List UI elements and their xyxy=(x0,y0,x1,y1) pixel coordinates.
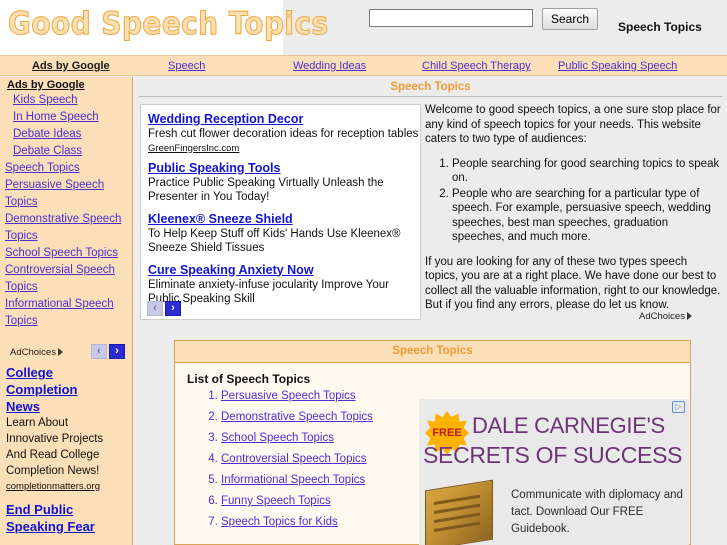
sidebar-promo-body-3: And Read College xyxy=(6,449,100,461)
sidebar-promo-url[interactable]: completionmatters.org xyxy=(6,479,132,494)
ad-title-cure-speaking-anxiety-now[interactable]: Cure Speaking Anxiety Now xyxy=(148,263,420,277)
topic-link-informational[interactable]: Informational Speech Topics xyxy=(221,474,365,486)
sidebar-item-persuasive-speech-topics[interactable]: Topics xyxy=(5,194,132,211)
sidebar-item-debate-ideas[interactable]: Debate Ideas xyxy=(13,126,132,143)
sidebar-item-controversial-speech-topics[interactable]: Topics xyxy=(5,279,132,296)
welcome-text: Welcome to good speech topics, a one sur… xyxy=(425,103,722,323)
main-section-title: Speech Topics xyxy=(390,81,471,93)
topic-link-school[interactable]: School Speech Topics xyxy=(221,432,334,444)
sidebar-prev-arrow-icon[interactable]: ‹ xyxy=(91,344,107,359)
sidebar-item-informational-speech-topics[interactable]: Topics xyxy=(5,313,132,330)
sidebar-ads-header: Ads by Google xyxy=(7,79,85,91)
welcome-intro: Welcome to good speech topics, a one sur… xyxy=(425,104,721,145)
sidebar-item-demonstrative-speech[interactable]: Demonstrative Speech xyxy=(5,211,132,228)
adchoices-info-icon[interactable]: ▷ xyxy=(672,401,685,413)
logo-container: Good Speech Topics xyxy=(0,0,329,55)
topic-link-controversial[interactable]: Controversial Speech Topics xyxy=(221,453,367,465)
banner-headline-line1: DALE CARNEGIE'S xyxy=(472,413,665,438)
ad-prev-arrow-icon[interactable]: ‹ xyxy=(147,301,163,316)
ad-desc-wedding-reception-decor: Fresh cut flower decoration ideas for re… xyxy=(148,128,419,140)
page-root: Good Speech Topics Search Speech Topics … xyxy=(0,0,727,545)
topic-link-demonstrative[interactable]: Demonstrative Speech Topics xyxy=(221,411,373,423)
ad-title-kleenex-sneeze-shield[interactable]: Kleenex® Sneeze Shield xyxy=(148,212,420,226)
main-adchoices-label[interactable]: AdChoices xyxy=(639,310,692,325)
sidebar-item-school-speech-topics[interactable]: School Speech Topics xyxy=(5,245,132,262)
ad-next-arrow-icon[interactable]: › xyxy=(165,301,181,316)
ads-by-google-label: Ads by Google xyxy=(32,60,110,72)
search-container xyxy=(369,9,533,27)
text-ad-block: Wedding Reception Decor Fresh cut flower… xyxy=(140,104,421,320)
left-sidebar: Ads by Google Kids Speech In Home Speech… xyxy=(0,77,133,545)
topic-link-persuasive[interactable]: Persuasive Speech Topics xyxy=(221,390,356,402)
ad-desc-kleenex-sneeze-shield: To Help Keep Stuff off Kids' Hands Use K… xyxy=(148,227,401,255)
sidebar-item-persuasive-speech[interactable]: Persuasive Speech xyxy=(5,177,132,194)
sidebar-promo2-title-line1[interactable]: End Public xyxy=(6,501,132,518)
welcome-closing: If you are looking for any of these two … xyxy=(425,255,721,312)
sidebar-promo-title-line2[interactable]: Completion xyxy=(6,381,132,398)
sidebar-promo-title-line3[interactable]: News xyxy=(6,398,132,415)
google-ads-bar: Ads by Google Speech Wedding Ideas Child… xyxy=(0,55,727,76)
sidebar-adchoices-row: AdChoices ‹ › xyxy=(8,344,132,364)
adbar-link-child-speech-therapy[interactable]: Child Speech Therapy xyxy=(422,60,531,72)
dale-carnegie-banner-ad[interactable]: ▷ FREE DALE CARNEGIE'S SECRETS OF SUCCES… xyxy=(419,399,689,545)
sidebar-item-kids-speech[interactable]: Kids Speech xyxy=(13,92,132,109)
sidebar-promo-title-line1[interactable]: College xyxy=(6,364,132,381)
adchoices-label[interactable]: AdChoices xyxy=(10,347,63,358)
sidebar-item-debate-class[interactable]: Debate Class xyxy=(13,143,132,160)
ad-url-wedding-reception-decor[interactable]: GreenFingersInc.com xyxy=(148,143,420,154)
sidebar-item-speech-topics[interactable]: Speech Topics xyxy=(5,160,132,177)
panel-header: Speech Topics xyxy=(175,341,690,363)
banner-headline-line2: SECRETS OF SUCCESS xyxy=(423,442,683,468)
ad-desc-public-speaking-tools: Practice Public Speaking Virtually Unlea… xyxy=(148,176,384,204)
ad-title-public-speaking-tools[interactable]: Public Speaking Tools xyxy=(148,161,420,175)
main-adchoices-triangle-icon xyxy=(686,312,692,320)
audience-item-1: People searching for good searching topi… xyxy=(452,157,722,186)
sidebar-next-arrow-icon[interactable]: › xyxy=(109,344,125,359)
audience-item-2: People who are searching for a particula… xyxy=(452,187,722,245)
book-image xyxy=(425,479,493,545)
header-title: Speech Topics xyxy=(618,20,702,34)
panel-subheading: List of Speech Topics xyxy=(187,372,311,386)
sidebar-item-informational-speech[interactable]: Informational Speech xyxy=(5,296,132,313)
banner-body-text: Communicate with diplomacy and tact. Dow… xyxy=(511,489,683,535)
adbar-link-public-speaking-speech[interactable]: Public Speaking Speech xyxy=(558,60,677,72)
audience-list: People searching for good searching topi… xyxy=(425,157,722,245)
sidebar-promo2-title-line2[interactable]: Speaking Fear xyxy=(6,518,132,535)
ad-block-footer: ‹ › xyxy=(141,300,420,317)
ad-title-wedding-reception-decor[interactable]: Wedding Reception Decor xyxy=(148,112,420,126)
sidebar-promo-body-2: Innovative Projects xyxy=(6,433,104,445)
site-logo: Good Speech Topics xyxy=(8,6,329,43)
adchoices-triangle-icon xyxy=(57,348,63,356)
adbar-link-speech[interactable]: Speech xyxy=(168,60,205,72)
site-header: Good Speech Topics Search Speech Topics xyxy=(0,0,727,55)
sidebar-item-controversial-speech[interactable]: Controversial Speech xyxy=(5,262,132,279)
topic-link-funny[interactable]: Funny Speech Topics xyxy=(221,495,331,507)
sidebar-promo-body-1: Learn About xyxy=(6,417,69,429)
topic-link-for-kids[interactable]: Speech Topics for Kids xyxy=(221,516,338,528)
sidebar-item-in-home-speech[interactable]: In Home Speech xyxy=(13,109,132,126)
search-input[interactable] xyxy=(369,9,533,27)
top-row: Wedding Reception Decor Fresh cut flower… xyxy=(134,97,727,323)
search-button[interactable]: Search xyxy=(542,8,599,30)
sidebar-item-demonstrative-speech-topics[interactable]: Topics xyxy=(5,228,132,245)
sidebar-promo-body-4: Completion News! xyxy=(6,465,100,477)
adbar-link-wedding-ideas[interactable]: Wedding Ideas xyxy=(293,60,366,72)
